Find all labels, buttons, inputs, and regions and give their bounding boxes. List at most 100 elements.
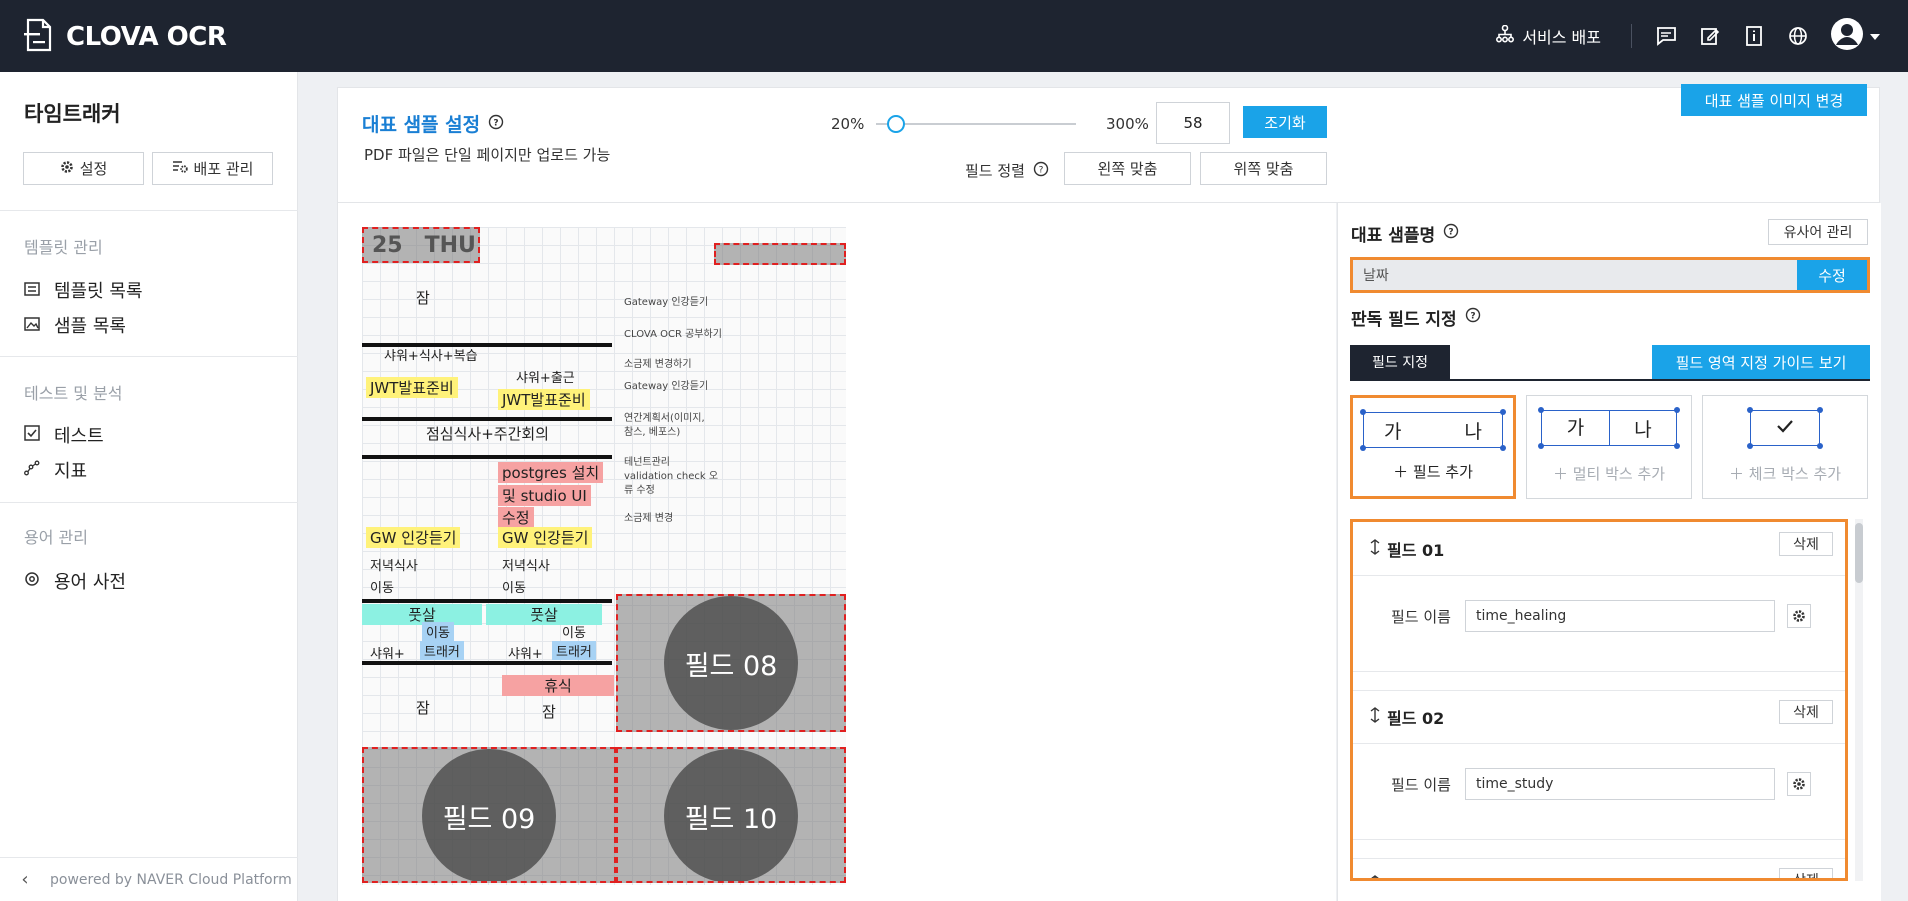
section-template-manage: 템플릿 관리 bbox=[24, 238, 103, 257]
sample-canvas[interactable]: 25 THU 잠 샤워+식사+복습 JWT발표준비 샤워+출근 JWT발표준비 … bbox=[337, 203, 1336, 901]
note-text: CLOVA OCR 공부하기 bbox=[624, 329, 722, 340]
corner-handle bbox=[1360, 445, 1366, 451]
field-small-box[interactable] bbox=[714, 243, 846, 265]
reorder-icon[interactable] bbox=[1369, 707, 1381, 727]
delete-field-button[interactable]: 삭제 bbox=[1779, 868, 1833, 878]
corner-handle bbox=[1538, 443, 1544, 449]
field-name-input[interactable]: time_study bbox=[1465, 768, 1775, 800]
help-icon[interactable]: ? bbox=[488, 113, 504, 135]
handwriting: 이동 bbox=[562, 626, 586, 641]
preview-char: 나 bbox=[1464, 420, 1482, 443]
date-day: 25 bbox=[372, 232, 403, 258]
field-type-multi[interactable]: 가 나 ＋ 멀티 박스 추가 bbox=[1526, 395, 1692, 499]
upload-hint: PDF 파일은 단일 페이지만 업로드 가능 bbox=[364, 146, 611, 164]
gear-icon[interactable] bbox=[1787, 604, 1811, 628]
corner-handle bbox=[1817, 407, 1823, 413]
chat-icon[interactable] bbox=[1654, 24, 1678, 48]
note-text: 소금제 변경하기 bbox=[624, 359, 692, 370]
handwriting: 이동 bbox=[422, 622, 454, 641]
collapse-chevron-icon[interactable]: ‹ bbox=[0, 869, 50, 890]
scrollbar-thumb[interactable] bbox=[1855, 523, 1863, 583]
settings-button[interactable]: 설정 bbox=[23, 152, 144, 185]
tab-field-assign[interactable]: 필드 지정 bbox=[1350, 345, 1450, 379]
field-title: 필드 02 bbox=[1387, 709, 1445, 728]
zoom-slider-thumb[interactable] bbox=[887, 115, 905, 133]
synonym-manage-button[interactable]: 유사어 관리 bbox=[1768, 219, 1868, 245]
field-box-08[interactable]: 필드 08 bbox=[616, 594, 846, 732]
note-text: Gateway 인강듣기 bbox=[624, 381, 709, 392]
reading-field-heading: 판독 필드 지정 ? bbox=[1351, 305, 1481, 330]
reorder-icon[interactable] bbox=[1369, 538, 1381, 559]
gear-icon bbox=[60, 160, 74, 178]
preview-char: 가 bbox=[1542, 411, 1610, 445]
help-icon[interactable]: ? bbox=[1465, 307, 1481, 328]
handwriting: 휴식 bbox=[502, 675, 614, 696]
sample-name-heading: 대표 샘플명 ? bbox=[1351, 221, 1459, 246]
reorder-icon[interactable] bbox=[1369, 875, 1381, 878]
handwriting: 트래커 bbox=[420, 641, 464, 660]
help-icon[interactable]: ? bbox=[1443, 223, 1459, 244]
corner-handle bbox=[1500, 409, 1506, 415]
info-book-icon[interactable] bbox=[1742, 24, 1766, 48]
sample-document-image[interactable]: 25 THU 잠 샤워+식사+복습 JWT발표준비 샤워+출근 JWT발표준비 … bbox=[362, 227, 846, 885]
field-align-label: 필드 정렬 ? bbox=[965, 160, 1049, 181]
delete-field-button[interactable]: 삭제 bbox=[1779, 532, 1833, 556]
field-guide-button[interactable]: 필드 영역 지정 가이드 보기 bbox=[1652, 345, 1870, 379]
field-header: 필드 01 삭제 bbox=[1353, 522, 1845, 576]
sidebar-divider bbox=[0, 210, 298, 211]
sidebar-item-metrics[interactable]: 지표 bbox=[24, 457, 87, 483]
note-text: 류 수정 bbox=[624, 485, 655, 496]
handwriting: 저녁식사 bbox=[370, 559, 418, 574]
sidebar-item-dictionary[interactable]: 용어 사전 bbox=[24, 568, 126, 594]
handwriting: postgres 설치 bbox=[498, 462, 604, 483]
globe-icon[interactable] bbox=[1786, 24, 1810, 48]
field-settings-panel: 대표 샘플명 ? 유사어 관리 날짜 수정 판독 필드 지정 ? 필드 지정 필… bbox=[1337, 203, 1881, 901]
svg-text:?: ? bbox=[494, 118, 499, 128]
change-sample-image-button[interactable]: 대표 샘플 이미지 변경 bbox=[1681, 84, 1867, 116]
avatar bbox=[1830, 17, 1864, 55]
field-date-box[interactable]: 25 THU bbox=[362, 227, 480, 263]
deploy-manage-button[interactable]: 배포 관리 bbox=[152, 152, 273, 185]
sidebar-item-test[interactable]: 테스트 bbox=[24, 422, 104, 448]
help-icon[interactable]: ? bbox=[1033, 161, 1049, 181]
field-name-input[interactable]: time_healing bbox=[1465, 600, 1775, 632]
field-box-10[interactable]: 필드 10 bbox=[616, 747, 846, 883]
edit-note-icon[interactable] bbox=[1698, 24, 1722, 48]
field-header: 필드 02 삭제 bbox=[1353, 690, 1845, 744]
sidebar-item-sample-list[interactable]: 샘플 목록 bbox=[24, 312, 126, 338]
corner-handle bbox=[1500, 445, 1506, 451]
svg-text:?: ? bbox=[1470, 312, 1475, 322]
service-deploy-link[interactable]: 서비스 배포 bbox=[1496, 24, 1601, 48]
timeline-line bbox=[362, 599, 612, 603]
svg-text:?: ? bbox=[1039, 165, 1044, 175]
handwriting: JWT발표준비 bbox=[366, 377, 458, 398]
corner-handle bbox=[1674, 443, 1680, 449]
sidebar-item-template-list[interactable]: 템플릿 목록 bbox=[24, 277, 143, 303]
timeline-line bbox=[362, 661, 612, 665]
user-menu[interactable] bbox=[1830, 17, 1880, 55]
field-type-single[interactable]: 가 나 ＋ 필드 추가 bbox=[1350, 395, 1516, 499]
sample-settings-title: 대표 샘플 설정 ? bbox=[362, 110, 504, 137]
corner-handle bbox=[1360, 409, 1366, 415]
edit-name-button[interactable]: 수정 bbox=[1797, 260, 1867, 290]
zoom-input[interactable]: 58 bbox=[1156, 102, 1230, 144]
deploy-manage-label: 배포 관리 bbox=[193, 160, 254, 178]
zoom-slider[interactable] bbox=[876, 115, 1076, 133]
chart-line-icon bbox=[24, 460, 40, 481]
handwriting: 잠 bbox=[416, 289, 430, 307]
delete-field-button[interactable]: 삭제 bbox=[1779, 700, 1833, 724]
multi-field-preview: 가 나 bbox=[1538, 407, 1680, 449]
app-logo[interactable]: CLOVA OCR bbox=[24, 18, 227, 56]
sidebar-footer: ‹ powered by NAVER Cloud Platform bbox=[0, 857, 298, 901]
sidebar: 타임트래커 설정 배포 관리 템플릿 관리 템플릿 목록 샘플 목록 테스트 및… bbox=[0, 72, 298, 901]
powered-by-text: powered by NAVER Cloud Platform bbox=[50, 871, 292, 888]
reset-button[interactable]: 조기화 bbox=[1243, 106, 1327, 138]
field-box-09[interactable]: 필드 09 bbox=[362, 747, 616, 883]
corner-handle bbox=[1538, 407, 1544, 413]
sample-name-input[interactable]: 날짜 bbox=[1353, 260, 1797, 290]
field-type-checkbox[interactable]: ＋ 체크 박스 추가 bbox=[1702, 395, 1868, 499]
align-left-button[interactable]: 왼쪽 맞춤 bbox=[1064, 152, 1191, 185]
gear-icon[interactable] bbox=[1787, 772, 1811, 796]
align-top-button[interactable]: 위쪽 맞춤 bbox=[1200, 152, 1327, 185]
fields-scrollbar[interactable] bbox=[1855, 519, 1863, 881]
